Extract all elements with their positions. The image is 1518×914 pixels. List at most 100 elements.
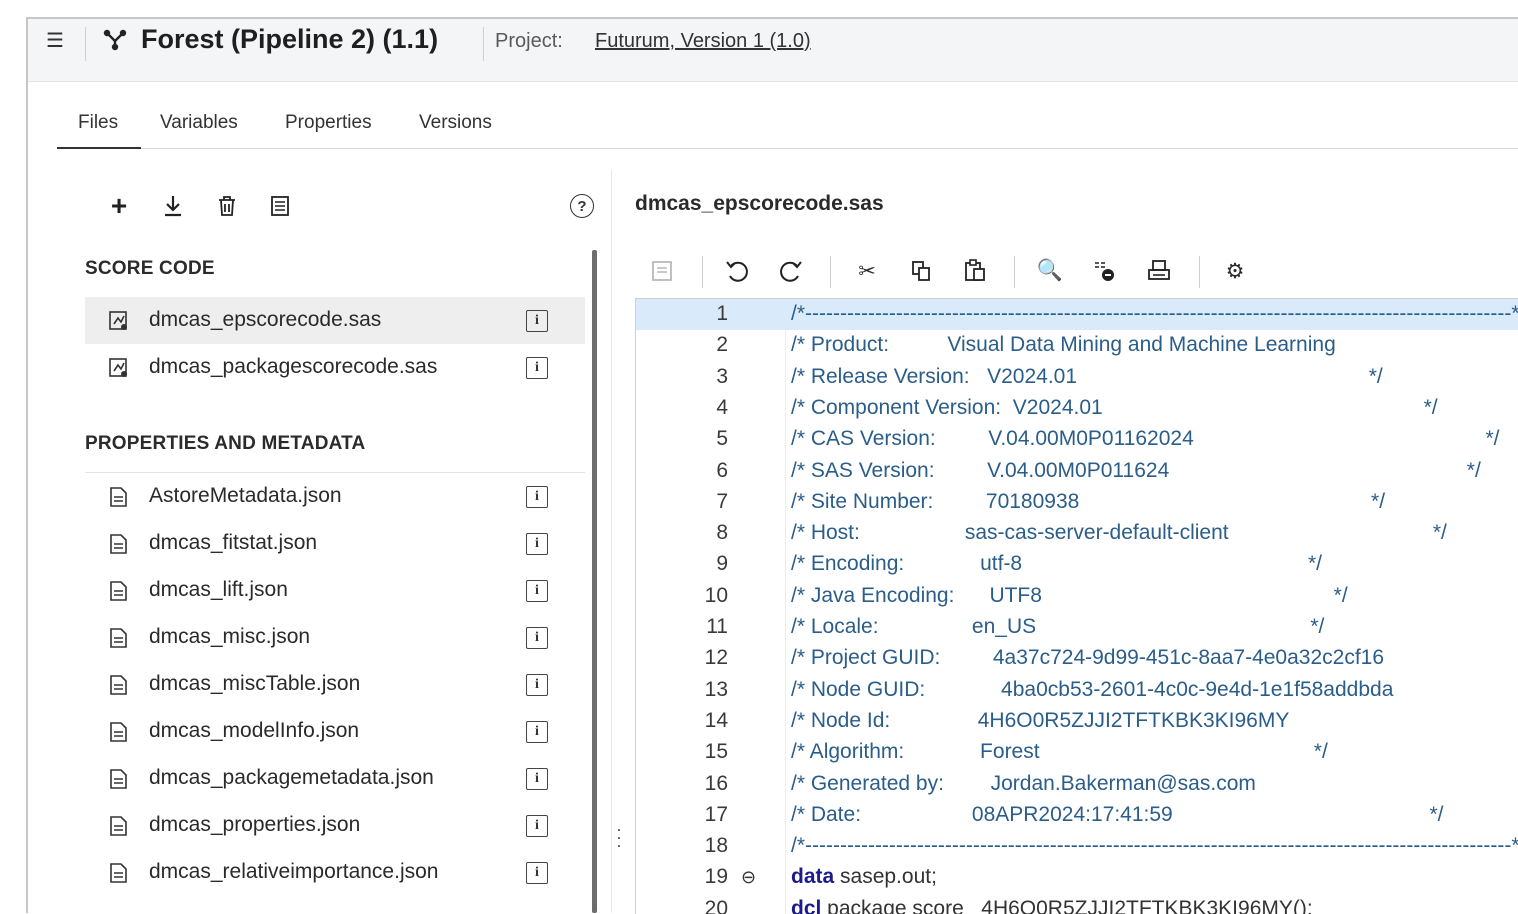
code-text: dcl package score _4H6O0R5ZJJI2TFTKBK3KI…: [791, 897, 1313, 914]
file-item[interactable]: dmcas_modelInfo.json i: [85, 708, 585, 755]
save-icon[interactable]: [647, 256, 677, 286]
project-link[interactable]: Futurum, Version 1 (1.0): [595, 30, 811, 53]
splitter-grip-icon[interactable]: · · ·: [616, 820, 622, 854]
code-line[interactable]: 1 /*-------------------------------------…: [636, 299, 1518, 330]
redo-icon[interactable]: [776, 256, 806, 286]
line-number: 14: [704, 708, 728, 732]
toolbar-separator: [702, 256, 703, 288]
header-separator: [85, 27, 86, 61]
file-item[interactable]: dmcas_miscTable.json i: [85, 661, 585, 708]
code-line[interactable]: 17 /* Date: 08APR2024:17:41:59 */: [636, 800, 1518, 831]
code-editor[interactable]: 1 /*-------------------------------------…: [635, 298, 1518, 914]
code-line[interactable]: 18 /*------------------------------------…: [636, 831, 1518, 862]
help-icon[interactable]: ?: [570, 194, 594, 218]
code-text: /* Component Version: V2024.01 */: [791, 395, 1438, 419]
line-number: 3: [716, 364, 728, 388]
code-line[interactable]: 6 /* SAS Version: V.04.00M0P011624 */: [636, 456, 1518, 487]
line-number: 19: [704, 865, 728, 889]
tab-versions[interactable]: Versions: [419, 112, 492, 134]
code-text: /* Algorithm: Forest */: [791, 740, 1328, 764]
file-item[interactable]: dmcas_epscorecode.sas i: [85, 297, 585, 344]
file-item[interactable]: dmcas_misc.json i: [85, 614, 585, 661]
info-icon[interactable]: i: [526, 721, 548, 743]
code-line[interactable]: 11 /* Locale: en_US */: [636, 612, 1518, 643]
code-line[interactable]: 15 /* Algorithm: Forest */: [636, 737, 1518, 768]
file-item[interactable]: dmcas_properties.json i: [85, 802, 585, 849]
info-icon[interactable]: i: [526, 580, 548, 602]
code-text: /* Host: sas-cas-server-default-client *…: [791, 521, 1447, 545]
cut-icon[interactable]: ✂: [852, 256, 882, 286]
copy-icon[interactable]: [906, 256, 936, 286]
tab-variables[interactable]: Variables: [160, 112, 238, 134]
paste-icon[interactable]: [960, 256, 990, 286]
code-rest: sasep.out;: [834, 865, 937, 889]
file-name: dmcas_properties.json: [149, 813, 361, 836]
code-line[interactable]: 4 /* Component Version: V2024.01 */: [636, 393, 1518, 424]
pipeline-icon: [103, 29, 127, 51]
info-icon[interactable]: i: [526, 674, 548, 696]
delete-icon[interactable]: [213, 192, 241, 220]
code-text: data sasep.out;: [791, 865, 937, 889]
code-text: /* Site Number: 70180938 */: [791, 489, 1386, 513]
toolbar-separator: [1199, 256, 1200, 288]
menu-list-icon[interactable]: ☰: [40, 27, 70, 53]
line-number: 9: [716, 552, 728, 576]
details-icon[interactable]: [266, 192, 294, 220]
toolbar-separator: [830, 256, 831, 288]
info-icon[interactable]: i: [526, 862, 548, 884]
code-line[interactable]: 5 /* CAS Version: V.04.00M0P01162024 */: [636, 424, 1518, 455]
code-line[interactable]: 12 /* Project GUID: 4a37c724-9d99-451c-8a…: [636, 643, 1518, 674]
tab-files[interactable]: Files: [78, 112, 118, 134]
code-line[interactable]: 20 dcl package score _4H6O0R5ZJJI2TFTKBK3…: [636, 894, 1518, 914]
header-separator: [483, 27, 484, 61]
info-icon[interactable]: i: [526, 768, 548, 790]
line-number: 4: [716, 395, 728, 419]
code-line[interactable]: 16 /* Generated by: Jordan.Bakerman@sas.c…: [636, 769, 1518, 800]
fold-collapse-icon[interactable]: ⊖: [741, 867, 761, 887]
file-item[interactable]: dmcas_packagemetadata.json i: [85, 755, 585, 802]
file-item[interactable]: dmcas_fitstat.json i: [85, 520, 585, 567]
undo-icon[interactable]: [722, 256, 752, 286]
info-icon[interactable]: i: [526, 486, 548, 508]
file-name: dmcas_misc.json: [149, 625, 311, 648]
info-icon[interactable]: i: [526, 627, 548, 649]
code-line[interactable]: 14 /* Node Id: 4H6O0R5ZJJI2TFTKBK3KI96MY: [636, 706, 1518, 737]
line-number: 5: [716, 427, 728, 451]
file-item[interactable]: dmcas_lift.json i: [85, 567, 585, 614]
info-icon[interactable]: i: [526, 310, 548, 332]
add-icon[interactable]: +: [105, 190, 133, 221]
file-name: dmcas_relativeimportance.json: [149, 860, 439, 883]
line-number: 8: [716, 521, 728, 545]
code-line[interactable]: 3 /* Release Version: V2024.01 */: [636, 362, 1518, 393]
tab-active-indicator: [57, 147, 141, 149]
print-icon[interactable]: [1144, 256, 1174, 286]
info-icon[interactable]: i: [526, 533, 548, 555]
file-item[interactable]: dmcas_packagescorecode.sas i: [85, 344, 585, 391]
line-number: 16: [704, 771, 728, 795]
file-item[interactable]: AstoreMetadata.json i: [85, 473, 585, 520]
code-line[interactable]: 9 /* Encoding: utf-8 */: [636, 549, 1518, 580]
tab-bar: Files Variables Properties Versions: [57, 100, 1518, 149]
file-item[interactable]: dmcas_relativeimportance.json i: [85, 849, 585, 896]
code-line[interactable]: 8 /* Host: sas-cas-server-default-client …: [636, 518, 1518, 549]
info-icon[interactable]: i: [526, 815, 548, 837]
tab-properties[interactable]: Properties: [285, 112, 372, 134]
info-icon[interactable]: i: [526, 357, 548, 379]
project-label: Project:: [495, 30, 563, 52]
settings-gear-icon[interactable]: ⚙: [1220, 256, 1250, 286]
find-binoculars-icon[interactable]: 🔍: [1035, 256, 1065, 286]
line-number: 7: [716, 489, 728, 513]
left-panel-scrollbar[interactable]: [592, 250, 597, 913]
code-line[interactable]: 13 /* Node GUID: 4ba0cb53-2601-4c0c-9e4d-…: [636, 675, 1518, 706]
clear-output-icon[interactable]: [1090, 256, 1120, 286]
code-line[interactable]: 19 ⊖ data sasep.out;: [636, 862, 1518, 893]
download-icon[interactable]: [159, 192, 187, 220]
line-number: 6: [716, 458, 728, 482]
code-line[interactable]: 10 /* Java Encoding: UTF8 */: [636, 581, 1518, 612]
line-number: 1: [716, 302, 728, 325]
code-text: /*--------------------------------------…: [791, 302, 1518, 325]
code-line[interactable]: 2 /* Product: Visual Data Mining and Mach…: [636, 330, 1518, 361]
file-name: dmcas_lift.json: [149, 578, 288, 601]
line-number: 11: [706, 615, 728, 638]
code-line[interactable]: 7 /* Site Number: 70180938 */: [636, 487, 1518, 518]
